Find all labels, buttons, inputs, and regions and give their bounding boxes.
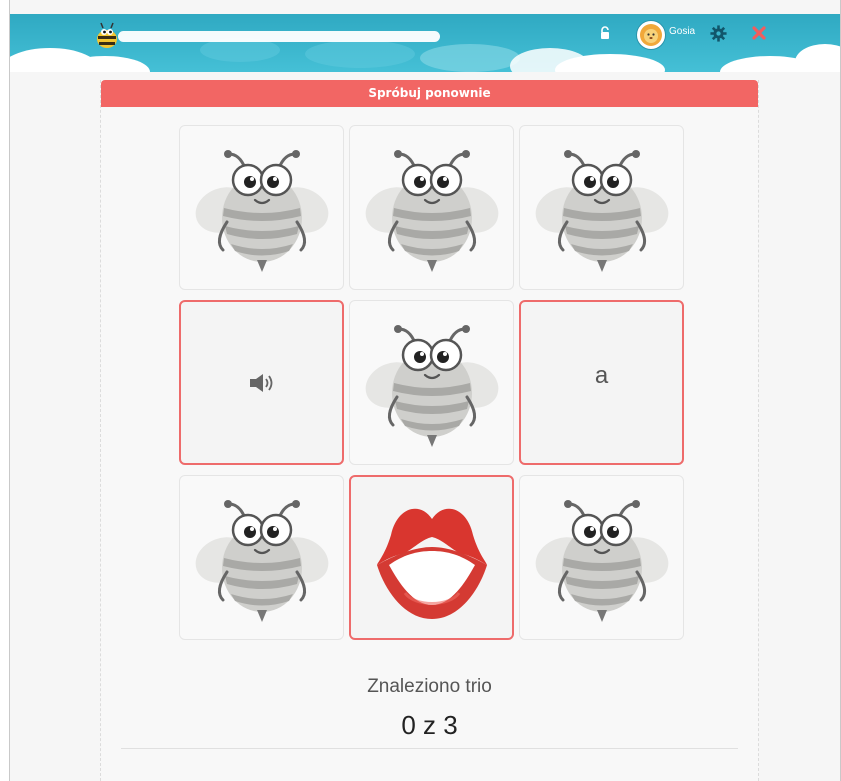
bee-icon [193,498,331,624]
bee-icon [193,148,331,274]
speaker-icon[interactable] [248,372,276,394]
memory-card-9[interactable] [519,475,684,640]
memory-card-2[interactable] [349,125,514,290]
lips-icon [377,508,487,619]
memory-card-1[interactable] [179,125,344,290]
bee-logo-icon[interactable] [94,22,120,50]
close-icon[interactable] [752,26,766,40]
gear-icon[interactable] [710,25,727,42]
bee-icon [363,148,501,274]
memory-card-grid: a [179,125,689,642]
memory-card-4[interactable] [179,300,344,465]
found-trio-label: Znaleziono trio [367,676,492,697]
memory-card-8[interactable] [349,475,514,640]
username-label[interactable]: Gosia [669,26,695,37]
bee-icon [363,323,501,449]
lion-avatar-icon[interactable] [637,21,665,49]
unlock-icon[interactable] [599,26,611,40]
memory-card-5[interactable] [349,300,514,465]
bee-icon [533,148,671,274]
app: Gosia Spróbuj ponownie a Znaleziono trio… [10,0,840,781]
found-trio-count: 0 z 3 [401,710,458,740]
divider [121,748,738,749]
window-left-border [0,0,10,781]
card-letter: a [594,362,609,389]
memory-card-6[interactable]: a [519,300,684,465]
progress-bar [118,31,440,42]
memory-card-3[interactable] [519,125,684,290]
clouds-decoration [10,38,840,72]
feedback-banner: Spróbuj ponownie [101,80,758,107]
memory-card-7[interactable] [179,475,344,640]
game-panel: Spróbuj ponownie a Znaleziono trio 0 z 3 [100,80,759,781]
bee-icon [533,498,671,624]
header-bar: Gosia [10,14,840,72]
